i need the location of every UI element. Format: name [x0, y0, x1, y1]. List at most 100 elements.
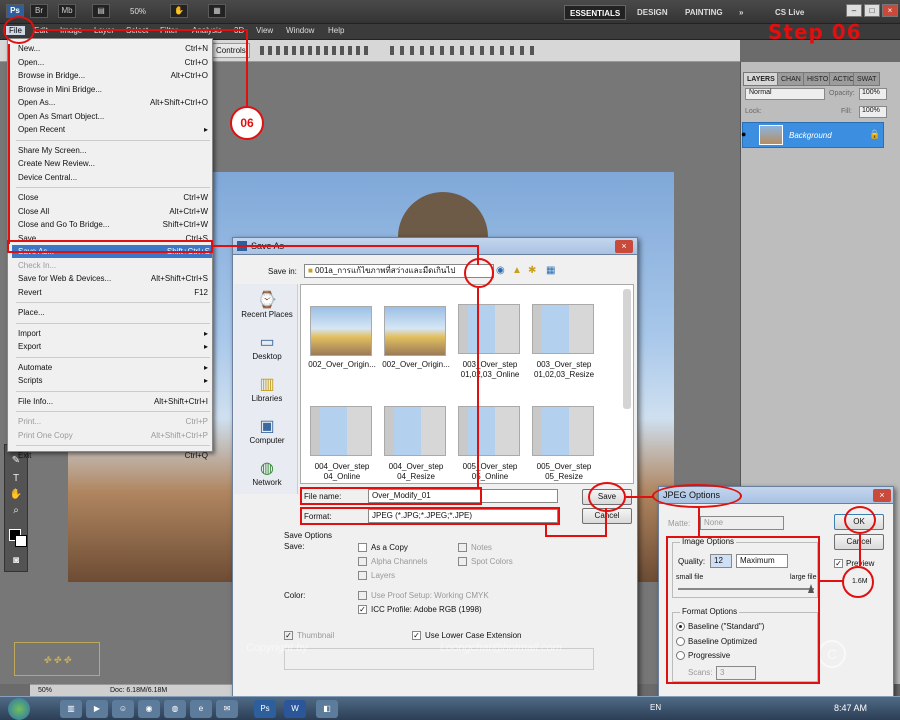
file-menu-new[interactable]: New... Ctrl+N — [18, 42, 210, 55]
file-menu-save-for-web-devices[interactable]: Save for Web & Devices... Alt+Shift+Ctrl+… — [18, 272, 210, 285]
file-menu-revert[interactable]: Revert F12 — [18, 286, 210, 299]
file-thumbnail[interactable] — [310, 306, 372, 356]
close-icon[interactable]: × — [882, 4, 898, 17]
distribute-icons[interactable] — [390, 46, 540, 55]
blend-mode-select[interactable]: Normal — [745, 88, 825, 100]
gmail-task-icon[interactable]: ✉ — [216, 700, 238, 718]
word-task-icon[interactable]: W — [284, 700, 306, 718]
menu-window[interactable]: Window — [286, 26, 314, 35]
type-tool-icon[interactable]: T — [9, 473, 23, 485]
file-thumbnail[interactable] — [458, 304, 520, 354]
clock[interactable]: 8:47 AM — [834, 703, 867, 713]
file-menu-print[interactable]: Print... Ctrl+P — [18, 415, 210, 428]
file-name-label[interactable]: 003_Over_step 01,02,03_Resize — [526, 360, 602, 380]
quick-mask-icon[interactable]: ◙ — [9, 555, 23, 567]
zoom-tool-icon[interactable]: ⌕ — [9, 505, 23, 517]
preview-checkbox[interactable]: ✓ — [834, 559, 843, 568]
workspace-essentials[interactable]: ESSENTIALS — [564, 5, 627, 20]
file-thumbnail[interactable] — [532, 304, 594, 354]
file-menu-close[interactable]: Close Ctrl+W — [18, 191, 210, 204]
file-menu-browse-in-bridge[interactable]: Browse in Bridge... Alt+Ctrl+O — [18, 69, 210, 82]
hand-tool-icon[interactable]: ✋ — [9, 489, 23, 501]
place-desktop[interactable]: ▭ Desktop — [236, 332, 298, 361]
tab-history[interactable]: HISTO — [803, 72, 833, 86]
show-controls-checkbox[interactable]: Controls — [212, 43, 250, 58]
file-list-scrollbar[interactable] — [623, 289, 631, 409]
tab-layers[interactable]: LAYERS — [743, 72, 779, 86]
back-icon[interactable]: ◉ — [496, 265, 505, 276]
file-menu-export[interactable]: Export ▸ — [18, 340, 210, 353]
file-menu-share-my-screen[interactable]: Share My Screen... — [18, 144, 210, 157]
file-menu-close-all[interactable]: Close All Alt+Ctrl+W — [18, 205, 210, 218]
file-menu-open[interactable]: Open... Ctrl+O — [18, 56, 210, 69]
status-zoom[interactable]: 50% — [38, 685, 52, 696]
start-button-icon[interactable] — [8, 698, 30, 720]
file-thumbnail[interactable] — [310, 406, 372, 456]
file-name-label[interactable]: 002_Over_Origin... — [304, 360, 380, 370]
as-copy-checkbox[interactable] — [358, 543, 367, 552]
file-menu-exit[interactable]: Exit Ctrl+Q — [18, 449, 210, 462]
file-menu-place[interactable]: Place... — [18, 306, 210, 319]
cs-live-button[interactable]: CS Live — [770, 5, 809, 20]
menu-help[interactable]: Help — [328, 26, 344, 35]
jpeg-close-icon[interactable]: × — [873, 489, 891, 502]
file-menu-open-as-smart-object[interactable]: Open As Smart Object... — [18, 110, 210, 123]
file-name-label[interactable]: 005_Over_step 05_Online — [452, 462, 528, 482]
file-menu-open-recent[interactable]: Open Recent ▸ — [18, 123, 210, 136]
chrome-task-icon[interactable]: ◉ — [138, 700, 160, 718]
minimize-icon[interactable]: – — [846, 4, 862, 17]
file-menu-scripts[interactable]: Scripts ▸ — [18, 374, 210, 387]
lowercase-checkbox[interactable]: ✓ — [412, 631, 421, 640]
workspace-painting[interactable]: PAINTING — [680, 5, 728, 20]
file-menu-browse-in-mini-bridge[interactable]: Browse in Mini Bridge... — [18, 83, 210, 96]
file-thumbnail[interactable] — [384, 306, 446, 356]
file-menu-file-info[interactable]: File Info... Alt+Shift+Ctrl+I — [18, 395, 210, 408]
place-network[interactable]: ◍ Network — [236, 458, 298, 487]
file-menu-check-in[interactable]: Check In... — [18, 259, 210, 272]
align-icons[interactable] — [260, 46, 370, 55]
mini-bridge-icon[interactable]: Mb — [58, 4, 76, 18]
tab-swatches[interactable]: SWAT — [853, 72, 881, 86]
ie-task-icon[interactable]: e — [190, 700, 212, 718]
hand-tool-icon[interactable]: ✋ — [170, 4, 188, 18]
file-menu-import[interactable]: Import ▸ — [18, 327, 210, 340]
layer-name[interactable]: Background — [789, 131, 832, 140]
file-name-label[interactable]: 002_Over_Origin... — [378, 360, 454, 370]
file-thumbnail[interactable] — [384, 406, 446, 456]
file-name-label[interactable]: 004_Over_step 04_Online — [304, 462, 380, 482]
view-extras-icon[interactable]: ▤ — [92, 4, 110, 18]
menu-view[interactable]: View — [256, 26, 273, 35]
arrange-documents-icon[interactable]: ▦ — [208, 4, 226, 18]
file-menu-close-and-go-to-bridge[interactable]: Close and Go To Bridge... Shift+Ctrl+W — [18, 218, 210, 231]
firefox-task-icon[interactable]: ◍ — [164, 700, 186, 718]
file-name-label[interactable]: 003_Over_step 01,02,03_Online — [452, 360, 528, 380]
media-task-icon[interactable]: ▶ — [86, 700, 108, 718]
zoom-level[interactable]: 50% — [130, 7, 146, 16]
file-menu-open-as[interactable]: Open As... Alt+Shift+Ctrl+O — [18, 96, 210, 109]
file-thumbnail[interactable] — [532, 406, 594, 456]
opacity-input[interactable]: 100% — [859, 88, 887, 100]
file-menu-automate[interactable]: Automate ▸ — [18, 361, 210, 374]
maximize-icon[interactable]: □ — [864, 4, 880, 17]
file-menu-device-central[interactable]: Device Central... — [18, 171, 210, 184]
place-libraries[interactable]: ▥ Libraries — [236, 374, 298, 403]
app-task-icon[interactable]: ◧ — [316, 700, 338, 718]
photoshop-task-icon[interactable]: Ps — [254, 700, 276, 718]
tab-channels[interactable]: CHAN — [777, 72, 805, 86]
file-name-label[interactable]: 004_Over_step 04_Resize — [378, 462, 454, 482]
fill-input[interactable]: 100% — [859, 106, 887, 118]
file-menu-create-new-review[interactable]: Create New Review... — [18, 157, 210, 170]
file-menu-print-one-copy[interactable]: Print One Copy Alt+Shift+Ctrl+P — [18, 429, 210, 442]
up-folder-icon[interactable]: ▲ — [512, 265, 522, 276]
messenger-task-icon[interactable]: ☺ — [112, 700, 134, 718]
view-menu-icon[interactable]: ▦ — [546, 265, 555, 276]
workspace-design[interactable]: DESIGN — [632, 5, 673, 20]
dialog-close-icon[interactable]: × — [615, 240, 633, 253]
visibility-eye-icon[interactable]: ● — [741, 129, 746, 139]
explorer-task-icon[interactable]: ▥ — [60, 700, 82, 718]
file-name-label[interactable]: 005_Over_step 05_Resize — [526, 462, 602, 482]
more-workspaces-icon[interactable]: » — [734, 5, 748, 20]
bridge-icon[interactable]: Br — [30, 4, 48, 18]
place-computer[interactable]: ▣ Computer — [236, 416, 298, 445]
background-color[interactable] — [15, 535, 27, 547]
